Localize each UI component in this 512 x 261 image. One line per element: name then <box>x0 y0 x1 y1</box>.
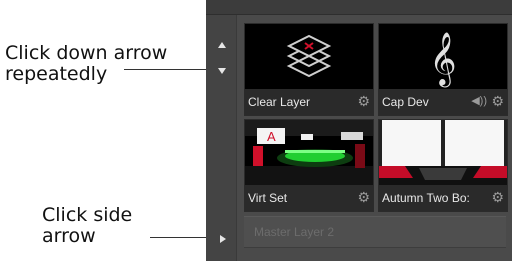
annotation-line: Click side <box>42 204 133 226</box>
layer-label: Autumn Two Bo: <box>382 191 470 205</box>
layer-tile-virt-set[interactable]: A Virt Set ⚙ <box>244 119 374 212</box>
layer-tile-bar: Clear Layer ⚙ <box>245 89 373 115</box>
speaker-icon[interactable]: ◀)) <box>471 95 487 107</box>
layer-tile-bar: Autumn Two Bo: ⚙ <box>379 185 507 211</box>
gear-icon[interactable]: ⚙ <box>357 190 370 204</box>
layer-label: Clear Layer <box>248 95 311 109</box>
layers-panel: Clear Layer ⚙ 𝄞 Cap Dev ◀)) ⚙ A Virt Set… <box>206 0 512 261</box>
cap-dev-thumbnail: 𝄞 <box>379 24 507 89</box>
scroll-up-arrow-icon[interactable] <box>218 42 226 48</box>
panel-top-strip <box>206 0 512 15</box>
layer-label: Virt Set <box>248 191 288 205</box>
layer-tile-bar: Virt Set ⚙ <box>245 185 373 211</box>
annotation-line: arrow <box>42 225 96 247</box>
layer-tile-autumn-two-box[interactable]: Autumn Two Bo: ⚙ <box>378 119 508 212</box>
layer-tile-clear-layer[interactable]: Clear Layer ⚙ <box>244 23 374 116</box>
leader-line <box>124 69 216 70</box>
annotation-line: Click down arrow <box>5 42 168 64</box>
gear-icon[interactable]: ⚙ <box>491 94 504 108</box>
svg-text:𝄞: 𝄞 <box>429 31 456 87</box>
layer-label: Cap Dev <box>382 95 429 109</box>
master-layer-row[interactable]: Master Layer 2 <box>244 216 506 248</box>
annotation-down-arrow: Click down arrow repeatedly <box>5 43 195 85</box>
layer-nav-column <box>206 15 237 261</box>
clear-layer-thumbnail <box>245 24 373 89</box>
svg-text:A: A <box>267 129 276 144</box>
layer-tile-bar: Cap Dev ◀)) ⚙ <box>379 89 507 115</box>
autumn-two-box-thumbnail <box>379 120 507 185</box>
virt-set-thumbnail: A <box>245 120 373 185</box>
scroll-down-arrow-icon[interactable] <box>218 68 226 74</box>
expand-side-arrow-icon[interactable] <box>220 235 226 243</box>
annotation-side-arrow: Click side arrow <box>42 205 162 247</box>
annotation-line: repeatedly <box>5 63 108 85</box>
layer-tile-cap-dev[interactable]: 𝄞 Cap Dev ◀)) ⚙ <box>378 23 508 116</box>
gear-icon[interactable]: ⚙ <box>491 190 504 204</box>
gear-icon[interactable]: ⚙ <box>357 94 370 108</box>
master-layer-label: Master Layer 2 <box>254 225 335 239</box>
